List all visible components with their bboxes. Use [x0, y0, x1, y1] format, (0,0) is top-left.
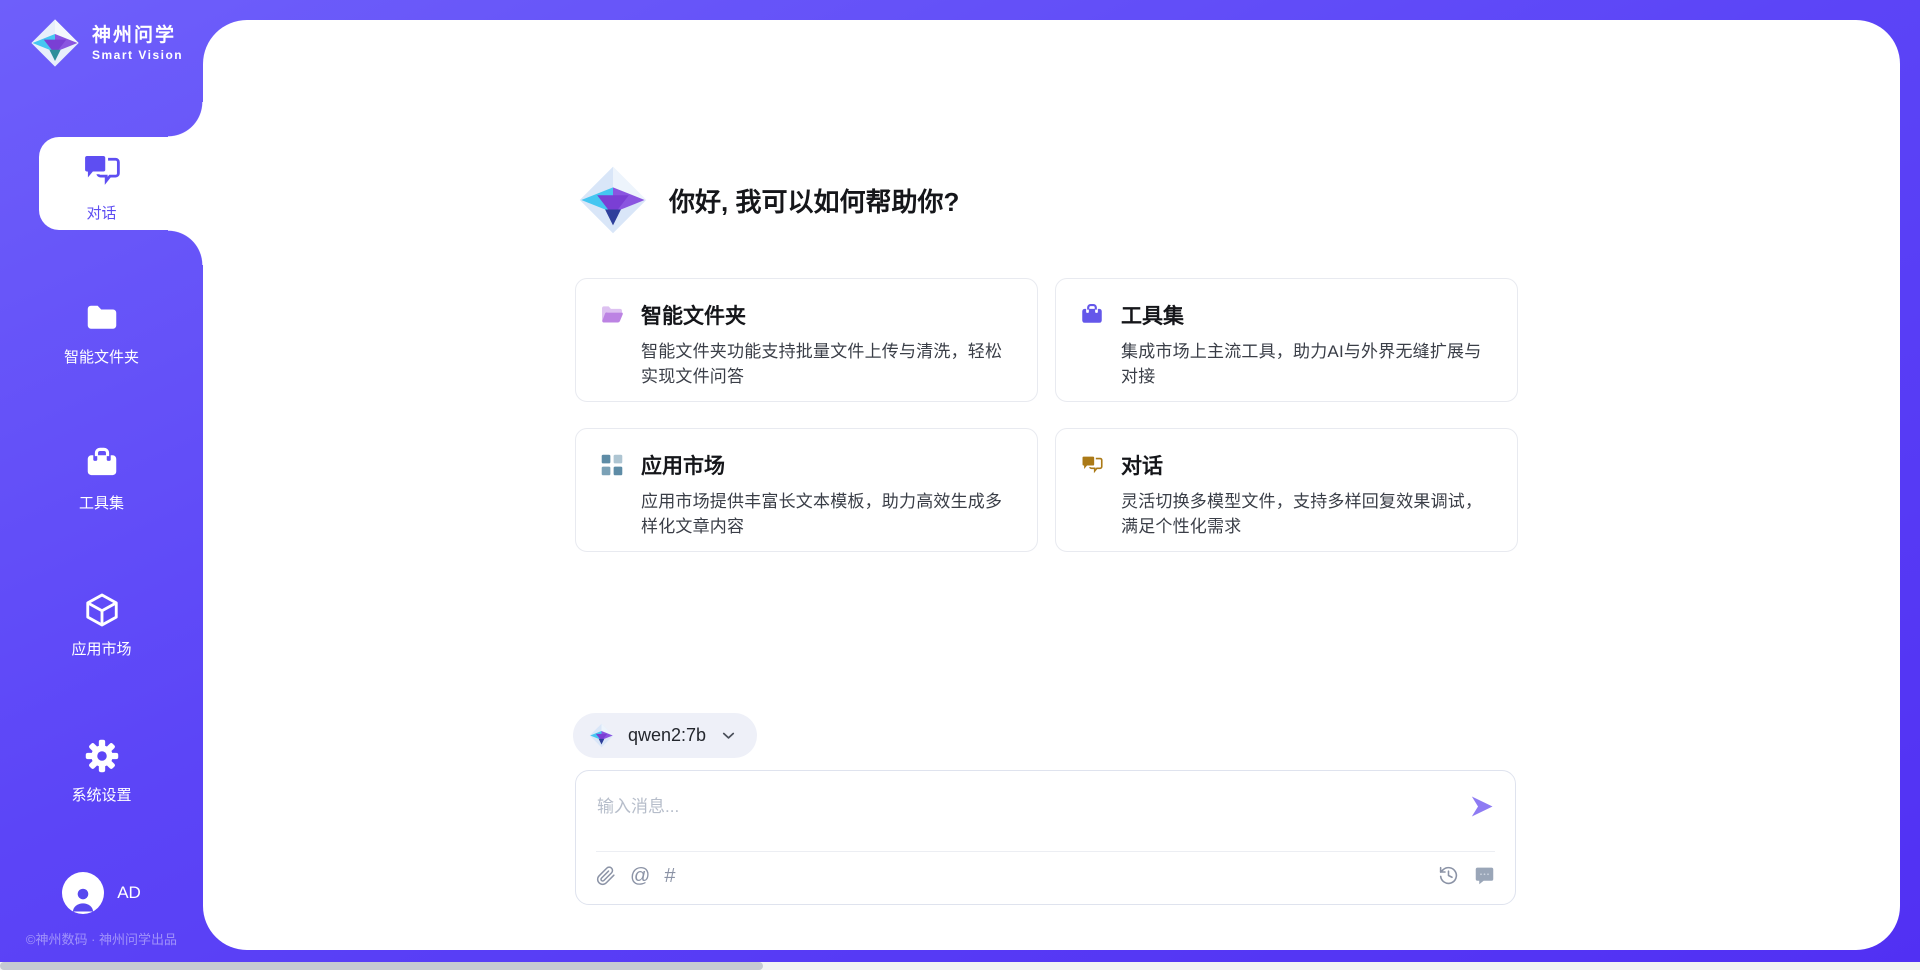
- chat-bubble-icon: [1474, 865, 1495, 886]
- tab-scoop-top: [168, 102, 203, 137]
- gem-logo-icon: [588, 722, 615, 749]
- person-icon: [68, 884, 98, 914]
- card-title: 应用市场: [641, 450, 725, 480]
- sidebar-item-smart-folder[interactable]: 智能文件夹: [0, 299, 203, 367]
- mention-button[interactable]: @: [630, 865, 650, 887]
- composer-divider: [596, 851, 1495, 852]
- sidebar-item-chat[interactable]: 对话: [0, 148, 203, 223]
- card-description: 智能文件夹功能支持批量文件上传与清洗，轻松实现文件问答: [641, 339, 1017, 389]
- toolbox-icon: [1079, 302, 1105, 328]
- sidebar-item-label: 对话: [86, 202, 116, 223]
- scrollbar-thumb[interactable]: [0, 962, 763, 970]
- gem-logo-icon: [575, 162, 651, 238]
- sidebar-item-label: 应用市场: [71, 638, 131, 659]
- grid-icon: [599, 452, 625, 478]
- card-description: 集成市场上主流工具，助力AI与外界无缝扩展与对接: [1121, 339, 1497, 389]
- card-title: 智能文件夹: [641, 300, 746, 330]
- chat-icon: [79, 148, 124, 193]
- card-chat[interactable]: 对话 灵活切换多模型文件，支持多样回复效果调试，满足个性化需求: [1055, 428, 1518, 552]
- card-title: 工具集: [1121, 300, 1184, 330]
- card-app-market[interactable]: 应用市场 应用市场提供丰富长文本模板，助力高效生成多样化文章内容: [575, 428, 1038, 552]
- cube-icon: [83, 591, 121, 629]
- main-panel: 你好, 我可以如何帮助你? 智能文件夹 智能文件夹功能支持批量文件上传与清洗，轻…: [203, 20, 1900, 950]
- history-icon: [1438, 865, 1459, 886]
- copyright-footer: ©神州数码 · 神州问学出品: [0, 929, 203, 948]
- greeting: 你好, 我可以如何帮助你?: [575, 162, 959, 238]
- paperclip-icon: [596, 866, 616, 886]
- sidebar-item-label: 工具集: [79, 492, 124, 513]
- user-profile[interactable]: AD: [0, 872, 203, 914]
- card-description: 应用市场提供丰富长文本模板，助力高效生成多样化文章内容: [641, 489, 1017, 539]
- avatar: [62, 872, 104, 914]
- greeting-text: 你好, 我可以如何帮助你?: [669, 182, 959, 219]
- message-input[interactable]: 输入消息...: [597, 792, 679, 817]
- gem-logo-icon: [28, 16, 82, 70]
- toolbox-icon: [83, 445, 121, 483]
- folder-icon: [83, 299, 121, 337]
- attachment-button[interactable]: [596, 866, 616, 886]
- sidebar-item-settings[interactable]: 系统设置: [0, 737, 203, 805]
- card-toolset[interactable]: 工具集 集成市场上主流工具，助力AI与外界无缝扩展与对接: [1055, 278, 1518, 402]
- brand-subtitle: Smart Vision: [92, 48, 183, 63]
- sidebar-item-toolset[interactable]: 工具集: [0, 445, 203, 513]
- brand-logo: 神州问学 Smart Vision: [28, 16, 183, 70]
- chevron-down-icon: [719, 726, 738, 745]
- brand-name: 神州问学: [92, 24, 183, 48]
- message-composer[interactable]: 输入消息... @ #: [575, 770, 1516, 905]
- model-name: qwen2:7b: [628, 725, 706, 746]
- sidebar-item-label: 智能文件夹: [64, 346, 139, 367]
- model-selector[interactable]: qwen2:7b: [573, 713, 757, 758]
- card-description: 灵活切换多模型文件，支持多样回复效果调试，满足个性化需求: [1121, 489, 1497, 539]
- send-icon[interactable]: [1468, 793, 1495, 820]
- horizontal-scrollbar[interactable]: [0, 962, 1920, 970]
- gear-icon: [83, 737, 121, 775]
- folder-open-icon: [599, 302, 625, 328]
- chat-icon: [1079, 452, 1105, 478]
- conversation-button[interactable]: [1474, 865, 1495, 886]
- card-title: 对话: [1121, 450, 1163, 480]
- card-smart-folder[interactable]: 智能文件夹 智能文件夹功能支持批量文件上传与清洗，轻松实现文件问答: [575, 278, 1038, 402]
- user-initials: AD: [117, 883, 141, 903]
- history-button[interactable]: [1438, 865, 1459, 886]
- sidebar-item-label: 系统设置: [71, 784, 131, 805]
- hashtag-button[interactable]: #: [664, 865, 675, 887]
- tab-scoop-bottom: [168, 230, 203, 265]
- sidebar-item-app-market[interactable]: 应用市场: [0, 591, 203, 659]
- app-window: 神州问学 Smart Vision 对话 智能文件夹 工具集 应: [0, 0, 1920, 970]
